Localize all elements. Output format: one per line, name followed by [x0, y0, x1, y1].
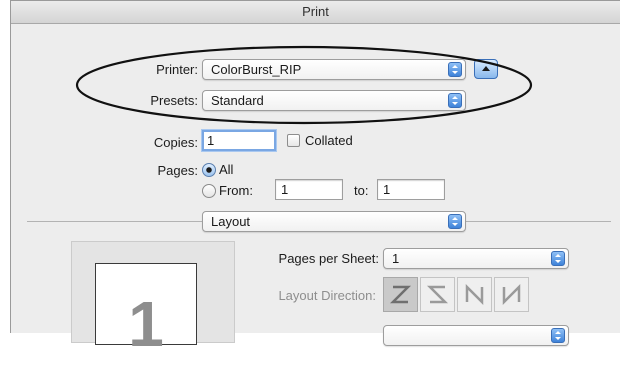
direction-n-reversed-icon [465, 283, 484, 306]
direction-n-reversed-button[interactable] [457, 277, 492, 312]
pages-to-field[interactable]: 1 [377, 179, 445, 200]
separator-left [27, 221, 202, 222]
border-popup[interactable] [383, 325, 569, 346]
pages-all-label: All [219, 162, 234, 177]
layout-direction-label: Layout Direction: [278, 288, 376, 303]
pages-per-sheet-value: 1 [392, 251, 400, 266]
preview-page-number: 1 [128, 288, 164, 360]
pages-per-sheet-label: Pages per Sheet: [278, 251, 379, 266]
popup-arrows-icon [551, 251, 565, 266]
popup-arrows-icon [551, 328, 565, 343]
highlight-ellipse [75, 45, 533, 125]
collated-checkbox[interactable] [287, 134, 300, 147]
direction-n-icon [502, 283, 521, 306]
direction-s-button[interactable] [420, 277, 455, 312]
print-dialog: Print Printer: ColorBurst_RIP Presets: S… [10, 0, 620, 360]
collated-label: Collated [305, 133, 353, 148]
direction-n-button[interactable] [494, 277, 529, 312]
direction-z-icon [389, 285, 412, 304]
pages-per-sheet-popup[interactable]: 1 [383, 248, 569, 269]
pages-to-label: to: [354, 183, 369, 198]
pages-from-label: From: [219, 183, 253, 198]
popup-arrows-icon [448, 214, 462, 229]
direction-z-button[interactable] [383, 277, 418, 312]
direction-s-icon [426, 285, 449, 304]
pages-from-field[interactable]: 1 [275, 179, 343, 200]
pages-all-radio[interactable] [202, 163, 216, 177]
separator-right [466, 221, 611, 222]
pages-from-radio[interactable] [202, 184, 216, 198]
window-title: Print [11, 1, 620, 24]
copies-label: Copies: [153, 135, 198, 150]
section-value: Layout [211, 214, 251, 229]
pages-label: Pages: [157, 163, 198, 178]
section-popup[interactable]: Layout [202, 211, 466, 232]
copies-field[interactable]: 1 [202, 130, 276, 151]
